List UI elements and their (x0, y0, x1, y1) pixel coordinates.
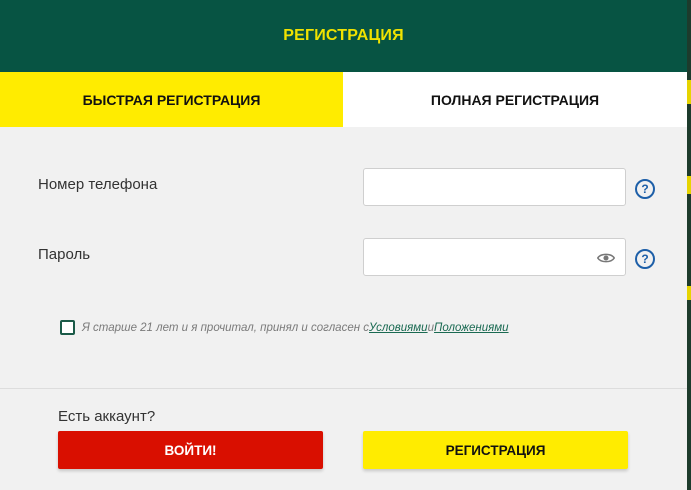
tab-quick-registration[interactable]: БЫСТРАЯ РЕГИСТРАЦИЯ (0, 72, 343, 127)
help-glyph: ? (641, 252, 649, 266)
tab-full-registration[interactable]: ПОЛНАЯ РЕГИСТРАЦИЯ (343, 72, 687, 127)
register-button[interactable]: РЕГИСТРАЦИЯ (363, 431, 628, 469)
terms-link[interactable]: Условиями (369, 322, 428, 334)
has-account-text: Есть аккаунт? (58, 408, 156, 425)
password-help-icon[interactable]: ? (635, 249, 655, 269)
edge-stripe (687, 286, 691, 300)
footer-divider (0, 388, 687, 389)
password-input[interactable] (364, 239, 584, 275)
phone-label: Номер телефона (38, 176, 158, 193)
registration-tabs: БЫСТРАЯ РЕГИСТРАЦИЯ ПОЛНАЯ РЕГИСТРАЦИЯ (0, 72, 687, 127)
phone-help-icon[interactable]: ? (635, 179, 655, 199)
eye-icon[interactable] (597, 251, 615, 265)
password-field[interactable] (363, 238, 626, 276)
modal-title: РЕГИСТРАЦИЯ (283, 27, 404, 44)
conditions-link[interactable]: Положениями (434, 322, 509, 334)
phone-input[interactable] (364, 169, 625, 205)
help-glyph: ? (641, 182, 649, 196)
phone-field[interactable] (363, 168, 626, 206)
edge-stripe (687, 176, 691, 194)
consent-row: Я старше 21 лет и я прочитал, принял и с… (60, 320, 509, 335)
registration-modal: РЕГИСТРАЦИЯ БЫСТРАЯ РЕГИСТРАЦИЯ ПОЛНАЯ Р… (0, 0, 691, 490)
login-button[interactable]: ВОЙТИ! (58, 431, 323, 469)
modal-header: РЕГИСТРАЦИЯ (0, 0, 687, 72)
consent-checkbox[interactable] (60, 320, 75, 335)
background-edge-strip (687, 0, 691, 490)
password-label: Пароль (38, 246, 91, 263)
consent-text: Я старше 21 лет и я прочитал, принял и с… (82, 321, 370, 334)
edge-stripe (687, 80, 691, 104)
